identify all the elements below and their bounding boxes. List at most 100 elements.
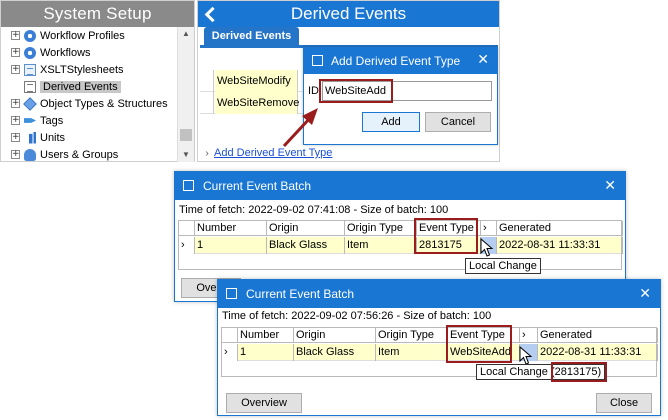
- tree-item-derived-events[interactable]: Derived Events: [1, 78, 177, 95]
- expand-icon[interactable]: +: [11, 31, 20, 40]
- close-icon[interactable]: ✕: [639, 286, 651, 302]
- derived-events-header: Derived Events: [198, 1, 499, 27]
- table-row[interactable]: › 1 Black Glass Item WebSiteAdd 2022-08-…: [222, 344, 658, 361]
- scroll-up-icon[interactable]: ▲: [178, 27, 194, 41]
- back-arrow-icon[interactable]: [204, 7, 214, 21]
- tooltip: Local Change: [465, 258, 541, 274]
- cell-generated[interactable]: 2022-08-31 11:33:31: [497, 237, 623, 254]
- system-setup-title: System Setup: [1, 1, 194, 27]
- tree-item-users-groups[interactable]: + Users & Groups: [1, 146, 177, 163]
- cell-origin[interactable]: Black Glass: [294, 344, 376, 361]
- row-chevron-icon: ›: [179, 237, 195, 254]
- column-header-generated[interactable]: Generated: [497, 221, 623, 236]
- close-button[interactable]: Close: [596, 393, 652, 413]
- batch-title-bar: Current Event Batch ✕: [218, 280, 660, 308]
- column-header-origin-type[interactable]: Origin Type: [345, 221, 417, 236]
- expand-icon[interactable]: +: [11, 116, 20, 125]
- cell-generated[interactable]: 2022-08-31 11:33:31: [538, 344, 658, 361]
- cell-origin[interactable]: Black Glass: [267, 237, 345, 254]
- window-icon: [226, 288, 237, 299]
- cell-origin-type[interactable]: Item: [345, 237, 417, 254]
- tree-item-label: Object Types & Structures: [40, 97, 168, 110]
- tree-item-label: Workflows: [40, 46, 91, 59]
- add-derived-event-dialog: Add Derived Event Type ✕ ID: Add Cancel: [303, 47, 498, 145]
- column-header-origin-type[interactable]: Origin Type: [376, 328, 448, 343]
- tag-icon: [24, 118, 36, 123]
- close-icon[interactable]: ✕: [604, 178, 616, 194]
- window-icon: [312, 55, 323, 66]
- tree-item-label: Tags: [40, 114, 64, 127]
- expand-icon[interactable]: +: [11, 48, 20, 57]
- tree-item-label: Units: [40, 131, 66, 144]
- tree-item-label: Workflow Profiles: [40, 29, 125, 42]
- expand-icon[interactable]: +: [11, 65, 20, 74]
- batch-title: Current Event Batch: [246, 287, 355, 301]
- column-header-event-type[interactable]: Event Type: [417, 221, 481, 236]
- header-gutter: [222, 328, 238, 343]
- annotation-arrow: [282, 108, 318, 148]
- cell-event-type[interactable]: 2813175: [417, 237, 481, 254]
- tree-item-units[interactable]: + Units: [1, 129, 177, 146]
- scrollbar-thumb[interactable]: [180, 129, 192, 141]
- tree-item-xslt-stylesheets[interactable]: + XSLTStylesheets: [1, 61, 177, 78]
- tooltip-value: (2813175): [550, 366, 602, 378]
- column-header-origin[interactable]: Origin: [267, 221, 345, 236]
- chevron-right-icon: ›: [205, 147, 209, 159]
- table-row[interactable]: › 1 Black Glass Item 2813175 2022-08-31 …: [179, 237, 623, 254]
- cell-number[interactable]: 1: [195, 237, 267, 254]
- tree-item-label: Derived Events: [40, 80, 121, 93]
- column-header-origin[interactable]: Origin: [294, 328, 376, 343]
- event-name-cell[interactable]: WebSiteModify: [215, 70, 298, 92]
- cell-number[interactable]: 1: [238, 344, 294, 361]
- tree-item-workflow-profiles[interactable]: + Workflow Profiles: [1, 27, 177, 44]
- gear-icon: [24, 46, 36, 59]
- dialog-title-bar: Add Derived Event Type ✕: [304, 48, 497, 74]
- sort-chevron-icon[interactable]: ›: [481, 221, 497, 236]
- current-event-batch-window-2: Current Event Batch ✕ Time of fetch: 202…: [217, 279, 661, 416]
- expand-icon[interactable]: +: [11, 133, 20, 142]
- close-icon[interactable]: ✕: [477, 52, 489, 68]
- tree-item-tags[interactable]: + Tags: [1, 112, 177, 129]
- grid-header: Number Origin Origin Type Event Type › G…: [222, 328, 658, 343]
- add-button[interactable]: Add: [362, 112, 420, 132]
- sort-chevron-icon[interactable]: ›: [520, 328, 538, 343]
- fetch-info: Time of fetch: 2022-09-02 07:41:08 - Siz…: [179, 204, 449, 216]
- dialog-title: Add Derived Event Type: [331, 54, 461, 68]
- cancel-button[interactable]: Cancel: [425, 112, 491, 132]
- tree-item-object-types[interactable]: + Object Types & Structures: [1, 95, 177, 112]
- mouse-cursor-icon: [519, 346, 533, 365]
- tree-scrollbar[interactable]: ▲ ▼: [177, 27, 194, 162]
- id-input[interactable]: [322, 81, 492, 101]
- column-header-generated[interactable]: Generated: [538, 328, 658, 343]
- tree-item-label: XSLTStylesheets: [40, 63, 124, 76]
- derived-events-title: Derived Events: [290, 4, 407, 23]
- cell-event-type[interactable]: WebSiteAdd: [448, 344, 520, 361]
- tree-item-workflows[interactable]: + Workflows: [1, 44, 177, 61]
- overview-button[interactable]: Overview: [226, 393, 302, 413]
- tab-derived-events[interactable]: Derived Events: [204, 27, 299, 45]
- cell-origin-type[interactable]: Item: [376, 344, 448, 361]
- mouse-cursor-icon: [480, 238, 494, 257]
- row-gutter[interactable]: [200, 70, 214, 92]
- setup-tree: + Workflow Profiles + Workflows + XSLTSt…: [1, 27, 177, 163]
- expand-icon[interactable]: +: [11, 150, 20, 159]
- box-icon: [23, 96, 37, 111]
- list-icon: [24, 80, 36, 93]
- row-chevron-icon: ›: [222, 344, 238, 361]
- batch-grid: Number Origin Origin Type Event Type › G…: [178, 220, 623, 270]
- system-setup-panel: System Setup + Workflow Profiles + Workf…: [0, 0, 195, 162]
- scroll-down-icon[interactable]: ▼: [178, 148, 194, 162]
- expand-icon[interactable]: +: [11, 99, 20, 108]
- column-header-number[interactable]: Number: [195, 221, 267, 236]
- expand-placeholder: [11, 82, 20, 91]
- add-row: › Add Derived Event Type: [200, 145, 498, 161]
- units-icon: [24, 131, 36, 144]
- users-icon: [24, 148, 36, 161]
- header-gutter: [179, 221, 195, 236]
- fetch-info: Time of fetch: 2022-09-02 07:56:26 - Siz…: [222, 310, 492, 322]
- tooltip-text: Local Change: [480, 366, 548, 378]
- column-header-event-type[interactable]: Event Type: [448, 328, 520, 343]
- column-header-number[interactable]: Number: [238, 328, 294, 343]
- row-gutter[interactable]: [200, 92, 214, 114]
- batch-title-bar: Current Event Batch ✕: [175, 172, 625, 200]
